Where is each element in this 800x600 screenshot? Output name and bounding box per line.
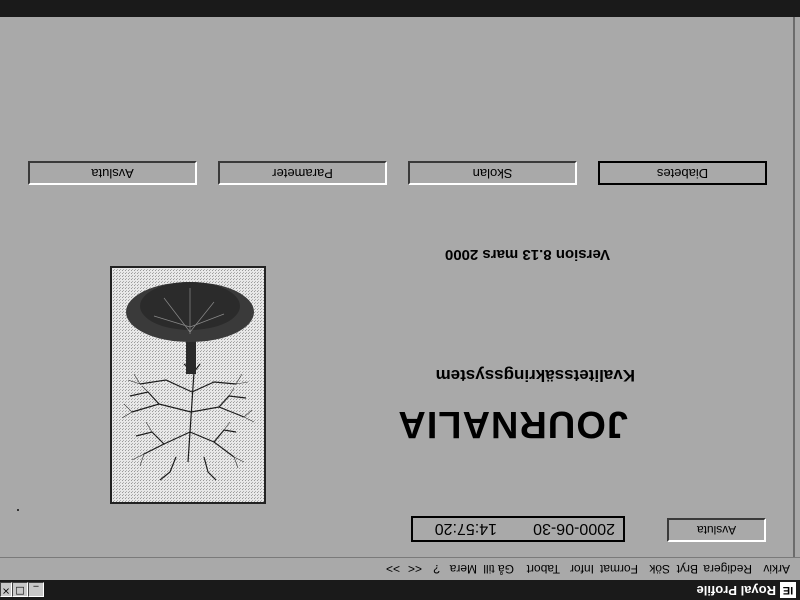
avsluta-nav-button[interactable]: Avsluta bbox=[28, 161, 197, 185]
menu-item-bryt[interactable]: Bryt bbox=[677, 562, 698, 576]
parameter-button[interactable]: Parameter bbox=[218, 161, 387, 185]
skolan-button[interactable]: Skolan bbox=[408, 161, 577, 185]
title-bar[interactable]: IE Royal Profile _ □ × bbox=[0, 580, 800, 600]
menu-item-help[interactable]: ? bbox=[433, 562, 440, 576]
logo-image bbox=[110, 266, 266, 504]
menu-item-format[interactable]: Format bbox=[600, 562, 638, 576]
menu-item-next[interactable]: >> bbox=[386, 562, 400, 576]
product-title: JOURNALIA bbox=[397, 403, 628, 445]
tree-roots-icon bbox=[112, 268, 264, 502]
menu-item-redigera[interactable]: Redigera bbox=[703, 562, 752, 576]
application-window: IE Royal Profile _ □ × Arkiv Redigera Br… bbox=[0, 0, 800, 600]
menu-item-previous[interactable]: << bbox=[408, 562, 422, 576]
dot-marker bbox=[17, 509, 19, 511]
product-subtitle: Kvalitetssäkringssystem bbox=[435, 366, 635, 385]
datetime-display: 2000-06-30 14:57:20 bbox=[411, 516, 625, 542]
window-title: Royal Profile bbox=[696, 583, 776, 598]
main-form: Diabetes Skolan Parameter Avsluta Versio… bbox=[0, 17, 795, 557]
diabetes-button[interactable]: Diabetes bbox=[598, 161, 767, 185]
avsluta-exit-button[interactable]: Avsluta bbox=[667, 518, 766, 542]
version-label: Version 8.13 mars 2000 bbox=[444, 246, 610, 263]
maximize-icon[interactable]: □ bbox=[12, 582, 28, 597]
app-icon[interactable]: IE bbox=[780, 582, 796, 598]
menu-item-tabort[interactable]: Tabort bbox=[527, 562, 560, 576]
menu-bar: Arkiv Redigera Bryt Sök Format Infor Tab… bbox=[0, 557, 800, 580]
time-value: 14:57:20 bbox=[434, 520, 497, 537]
minimize-icon[interactable]: _ bbox=[28, 582, 44, 597]
menu-item-sok[interactable]: Sök bbox=[649, 562, 670, 576]
close-icon[interactable]: × bbox=[0, 582, 12, 597]
menu-item-mera[interactable]: Mera bbox=[450, 562, 477, 576]
taskbar bbox=[0, 0, 800, 17]
date-value: 2000-06-30 bbox=[533, 520, 615, 537]
menu-item-ga-till[interactable]: Gå till bbox=[483, 562, 514, 576]
menu-item-infor[interactable]: Infor bbox=[570, 562, 594, 576]
menu-item-arkiv[interactable]: Arkiv bbox=[763, 562, 790, 576]
